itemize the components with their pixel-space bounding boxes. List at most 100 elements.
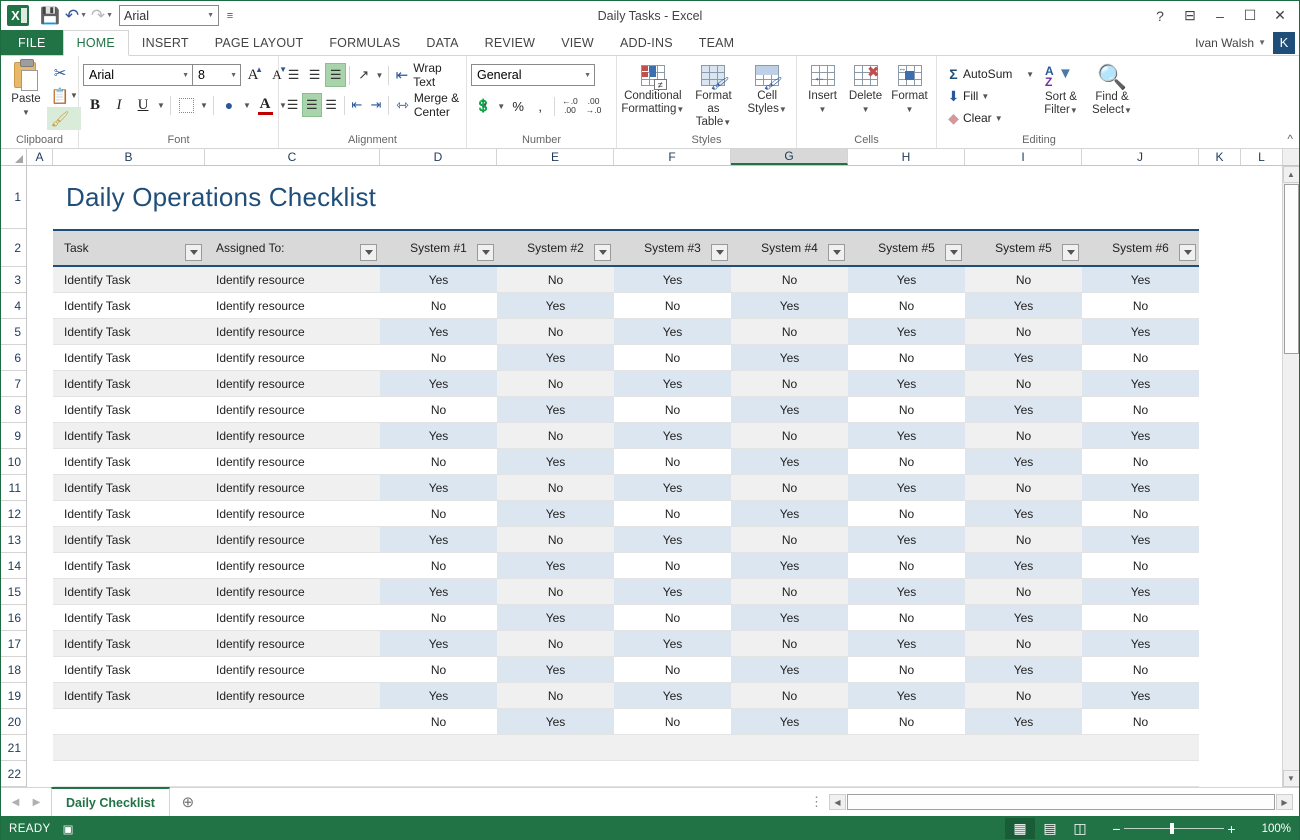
save-icon[interactable]: 💾 bbox=[37, 4, 63, 28]
underline-button[interactable]: U bbox=[131, 93, 155, 117]
table-cell[interactable]: No bbox=[497, 267, 614, 293]
accounting-format-button[interactable]: 💲 bbox=[471, 94, 495, 118]
collapse-ribbon-button[interactable]: ^ bbox=[1287, 132, 1293, 146]
cell-styles-button[interactable]: 🖌 Cell Styles▼ bbox=[743, 62, 791, 118]
scroll-left-icon[interactable]: ◀ bbox=[829, 794, 846, 810]
table-cell[interactable]: No bbox=[1082, 293, 1199, 319]
table-cell[interactable]: Yes bbox=[731, 657, 848, 683]
table-cell[interactable]: Yes bbox=[965, 501, 1082, 527]
table-cell[interactable]: No bbox=[848, 345, 965, 371]
table-cell[interactable]: No bbox=[614, 397, 731, 423]
minimize-button[interactable]: – bbox=[1205, 3, 1235, 29]
table-row[interactable]: Identify TaskIdentify resourceYesNoYesNo… bbox=[27, 631, 1282, 657]
table-cell[interactable]: Yes bbox=[1082, 267, 1199, 293]
table-cell[interactable]: Yes bbox=[380, 267, 497, 293]
table-cell[interactable]: Yes bbox=[380, 319, 497, 345]
table-cell[interactable]: No bbox=[731, 683, 848, 709]
table-cell[interactable]: Yes bbox=[848, 371, 965, 397]
maximize-button[interactable]: ☐ bbox=[1235, 3, 1265, 29]
help-icon[interactable]: ? bbox=[1145, 3, 1175, 29]
row-header-14[interactable]: 14 bbox=[1, 553, 26, 579]
table-cell[interactable]: No bbox=[380, 553, 497, 579]
row-header-12[interactable]: 12 bbox=[1, 501, 26, 527]
table-cell[interactable]: No bbox=[380, 501, 497, 527]
table-column-header[interactable]: System #3 bbox=[614, 229, 731, 267]
table-cell[interactable]: No bbox=[1082, 657, 1199, 683]
row-header-7[interactable]: 7 bbox=[1, 371, 26, 397]
zoom-knob[interactable] bbox=[1170, 823, 1174, 834]
table-row[interactable]: Identify TaskIdentify resourceYesNoYesNo… bbox=[27, 683, 1282, 709]
table-cell[interactable]: Identify Task bbox=[53, 371, 205, 397]
add-sheet-button[interactable]: ⊕ bbox=[170, 788, 206, 816]
table-cell[interactable]: Yes bbox=[614, 371, 731, 397]
table-row[interactable]: NoYesNoYesNoYesNo bbox=[27, 709, 1282, 735]
align-left-button[interactable]: ☰ bbox=[283, 93, 302, 117]
row-header-22[interactable]: 22 bbox=[1, 761, 26, 787]
table-cell[interactable]: No bbox=[965, 319, 1082, 345]
table-cell[interactable] bbox=[53, 761, 1199, 787]
table-cell[interactable]: No bbox=[1082, 553, 1199, 579]
tab-insert[interactable]: INSERT bbox=[129, 30, 202, 55]
table-row[interactable]: Identify TaskIdentify resourceNoYesNoYes… bbox=[27, 553, 1282, 579]
table-row[interactable]: Identify TaskIdentify resourceNoYesNoYes… bbox=[27, 345, 1282, 371]
table-cell[interactable]: Yes bbox=[965, 397, 1082, 423]
fill-color-button[interactable]: ● bbox=[217, 93, 241, 117]
table-cell[interactable]: Yes bbox=[497, 657, 614, 683]
table-cell[interactable]: Identify Task bbox=[53, 501, 205, 527]
table-cell[interactable]: Yes bbox=[731, 605, 848, 631]
table-cell[interactable]: Yes bbox=[614, 631, 731, 657]
filter-dropdown-icon[interactable] bbox=[477, 244, 494, 261]
tab-team[interactable]: TEAM bbox=[686, 30, 748, 55]
table-row[interactable]: Identify TaskIdentify resourceNoYesNoYes… bbox=[27, 657, 1282, 683]
table-cell[interactable]: Identify Task bbox=[53, 293, 205, 319]
row-header-17[interactable]: 17 bbox=[1, 631, 26, 657]
table-cell[interactable]: Yes bbox=[1082, 683, 1199, 709]
table-cell[interactable]: Yes bbox=[497, 345, 614, 371]
chevron-down-icon[interactable]: ▼ bbox=[584, 72, 591, 79]
table-cell[interactable]: Identify Task bbox=[53, 579, 205, 605]
cell-column-a[interactable] bbox=[27, 683, 53, 709]
table-row[interactable]: Identify TaskIdentify resourceNoYesNoYes… bbox=[27, 449, 1282, 475]
cell-column-a[interactable] bbox=[27, 709, 53, 735]
cell-column-a[interactable] bbox=[27, 735, 53, 761]
table-cell[interactable]: Yes bbox=[848, 475, 965, 501]
table-row[interactable]: Identify TaskIdentify resourceNoYesNoYes… bbox=[27, 293, 1282, 319]
cell-column-a[interactable] bbox=[27, 501, 53, 527]
table-cell[interactable]: No bbox=[965, 267, 1082, 293]
cell-column-a[interactable] bbox=[27, 267, 53, 293]
table-cell[interactable]: Identify resource bbox=[205, 423, 380, 449]
table-cell[interactable]: No bbox=[497, 319, 614, 345]
page-break-view-button[interactable]: ◫ bbox=[1065, 818, 1095, 839]
table-cell[interactable]: Yes bbox=[380, 423, 497, 449]
table-column-header[interactable]: System #5 bbox=[965, 229, 1082, 267]
table-cell[interactable]: Identify resource bbox=[205, 657, 380, 683]
table-cell[interactable]: Identify resource bbox=[205, 553, 380, 579]
filter-dropdown-icon[interactable] bbox=[1062, 244, 1079, 261]
table-cell[interactable] bbox=[53, 709, 205, 735]
cell-column-a[interactable] bbox=[27, 553, 53, 579]
row-header-9[interactable]: 9 bbox=[1, 423, 26, 449]
cell-column-a[interactable] bbox=[27, 345, 53, 371]
bold-button[interactable]: B bbox=[83, 93, 107, 117]
conditional-formatting-button[interactable]: ≠ Conditional Formatting▼ bbox=[622, 62, 684, 118]
number-format-select[interactable]: General ▼ bbox=[471, 64, 595, 86]
comma-style-button[interactable]: , bbox=[529, 94, 551, 118]
table-cell[interactable]: Yes bbox=[848, 319, 965, 345]
table-cell[interactable]: Yes bbox=[380, 579, 497, 605]
table-cell[interactable]: No bbox=[614, 293, 731, 319]
chevron-down-icon[interactable]: ▼ bbox=[230, 72, 237, 79]
redo-icon[interactable]: ↷▼ bbox=[89, 4, 115, 28]
borders-button[interactable] bbox=[174, 93, 198, 117]
table-cell[interactable]: Yes bbox=[965, 345, 1082, 371]
chevron-down-icon[interactable]: ▼ bbox=[182, 72, 189, 79]
vertical-scroll-thumb[interactable] bbox=[1284, 184, 1299, 354]
quick-access-font-box[interactable]: Arial ▼ bbox=[119, 5, 219, 26]
column-header-b[interactable]: B bbox=[53, 149, 205, 165]
autosum-button[interactable]: Σ AutoSum ▼ bbox=[941, 63, 1037, 85]
table-cell[interactable]: No bbox=[848, 605, 965, 631]
font-color-button[interactable]: A bbox=[253, 93, 277, 117]
percent-style-button[interactable]: % bbox=[507, 94, 529, 118]
table-cell[interactable]: No bbox=[380, 605, 497, 631]
undo-icon[interactable]: ↶▼ bbox=[63, 4, 89, 28]
close-button[interactable]: ✕ bbox=[1265, 3, 1295, 29]
